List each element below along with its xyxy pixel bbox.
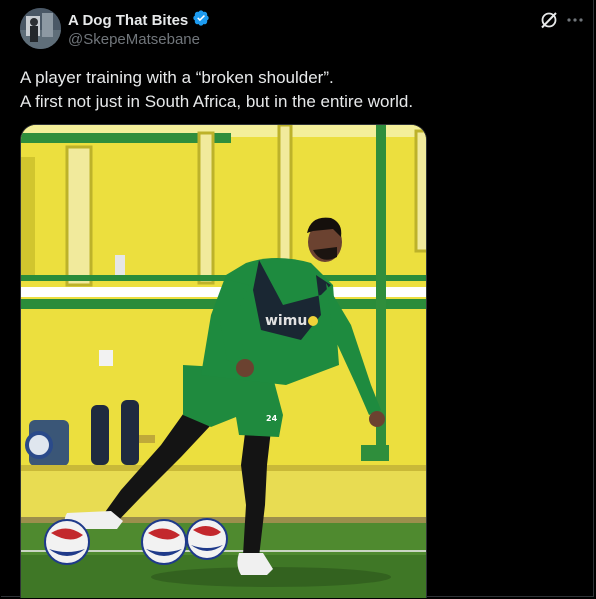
tweet-photo[interactable]: wimu 24 bbox=[20, 124, 427, 598]
author-name-row: A Dog That Bites bbox=[68, 9, 210, 32]
grok-icon[interactable] bbox=[539, 10, 559, 30]
verified-badge-icon bbox=[192, 9, 210, 32]
football bbox=[186, 518, 228, 560]
football bbox=[141, 519, 187, 565]
author-handle[interactable]: @SkepeMatsebane bbox=[68, 31, 200, 48]
tweet-text-line: A first not just in South Africa, but in… bbox=[20, 92, 414, 111]
tweet-text-line: A player training with a “broken shoulde… bbox=[20, 68, 334, 87]
avatar[interactable] bbox=[20, 8, 61, 49]
shorts-number: 24 bbox=[266, 414, 278, 423]
author-display-name[interactable]: A Dog That Bites bbox=[68, 12, 188, 29]
tweet-card: A Dog That Bites @SkepeMatsebane A playe… bbox=[1, 0, 594, 598]
tweet-text: A player training with a “broken shoulde… bbox=[20, 66, 580, 114]
more-options-icon[interactable] bbox=[565, 10, 585, 30]
football bbox=[44, 519, 90, 565]
bib-text: wimu bbox=[265, 313, 307, 329]
